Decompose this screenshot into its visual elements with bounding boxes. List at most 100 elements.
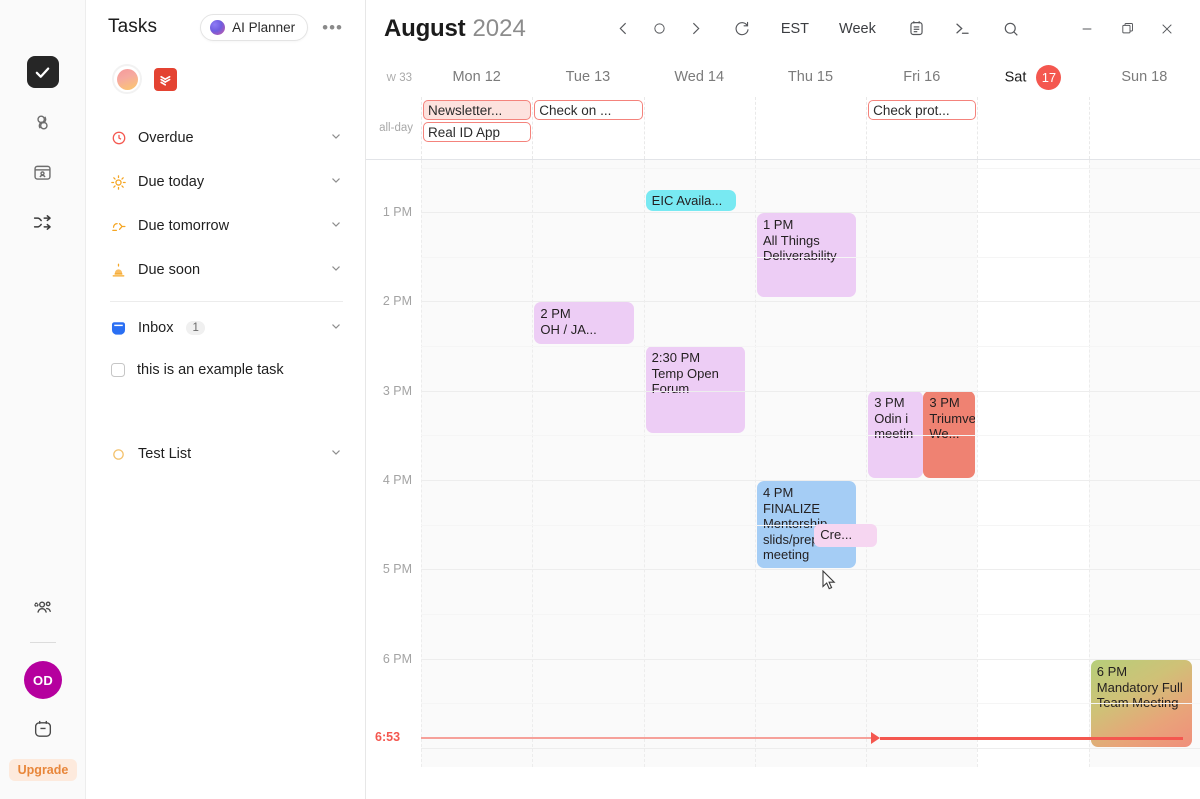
chevron-down-icon[interactable] <box>329 173 343 192</box>
day-column-sat[interactable] <box>977 160 1089 767</box>
tasks-header: Tasks AI Planner ••• <box>108 0 343 54</box>
calendar-event[interactable]: Cre... <box>814 524 878 547</box>
rail-bottom-group: OD Upgrade <box>0 592 86 781</box>
upgrade-button[interactable]: Upgrade <box>8 759 78 781</box>
chevron-down-icon[interactable] <box>329 261 343 280</box>
all-day-col-thu[interactable] <box>754 97 866 159</box>
calendar-month: August <box>384 14 466 42</box>
ai-planner-button[interactable]: AI Planner <box>200 13 309 41</box>
chevron-down-icon[interactable] <box>329 319 343 338</box>
list-item[interactable]: this is an example task <box>108 350 343 390</box>
calendar-event[interactable]: 2 PM OH / JA... <box>534 302 634 344</box>
time-tick: 6 PM <box>382 652 412 666</box>
chevron-down-icon[interactable] <box>329 129 343 148</box>
links-icon[interactable] <box>27 106 59 138</box>
chevron-right-icon[interactable] <box>679 12 713 46</box>
group-due-tomorrow[interactable]: Due tomorrow <box>108 204 343 248</box>
day-header-fri[interactable]: Fri 16 <box>866 69 977 85</box>
sun-icon <box>110 174 127 191</box>
all-day-event[interactable]: Real ID App <box>423 122 532 142</box>
todoist-icon[interactable] <box>154 67 177 91</box>
day-column-mon[interactable] <box>421 160 533 767</box>
current-time-label: 6:53 <box>375 730 401 744</box>
all-day-col-fri[interactable]: Check prot... <box>866 97 977 159</box>
event-title: Mandatory Full Team Meeting <box>1096 679 1183 711</box>
calendar-icon[interactable] <box>27 713 59 745</box>
terminal-icon[interactable] <box>946 12 980 46</box>
page-title: Tasks <box>108 16 158 37</box>
refresh-icon[interactable] <box>725 12 759 46</box>
day-header-tue[interactable]: Tue 13 <box>532 69 643 85</box>
group-inbox[interactable]: Inbox 1 <box>108 306 343 350</box>
calendar-view-icon[interactable] <box>900 12 934 46</box>
event-title: OH / JA... <box>540 321 597 337</box>
day-header-mon[interactable]: Mon 12 <box>421 69 532 85</box>
minimize-button[interactable] <box>1070 12 1104 46</box>
source-orb[interactable] <box>112 64 142 94</box>
calendar-nav: EST Week <box>607 12 1028 46</box>
all-day-event[interactable]: Newsletter... <box>423 100 532 120</box>
day-column-wed[interactable]: EIC Availa... 2:30 PM Temp Open Forum <box>643 160 755 767</box>
avatar[interactable]: OD <box>24 661 62 699</box>
time-gutter: 1 PM 2 PM 3 PM 4 PM 5 PM 6 PM <box>366 160 421 767</box>
view-selector[interactable]: Week <box>833 21 882 37</box>
contacts-card-icon[interactable] <box>27 156 59 188</box>
calendar-event[interactable]: 2:30 PM Temp Open Forum <box>645 346 745 433</box>
tasks-check-icon[interactable] <box>26 56 59 88</box>
event-time: 3 PM <box>929 395 960 410</box>
day-column-sun[interactable]: 6 PM Mandatory Full Team Meeting <box>1088 160 1200 767</box>
calendar-event[interactable]: 6 PM Mandatory Full Team Meeting <box>1090 660 1193 747</box>
all-day-col-sat[interactable] <box>977 97 1089 159</box>
close-button[interactable] <box>1150 12 1184 46</box>
day-header-wed[interactable]: Wed 14 <box>644 69 755 85</box>
all-day-event[interactable]: Check prot... <box>868 100 977 120</box>
day-column-tue[interactable]: 2 PM OH / JA... <box>532 160 644 767</box>
week-label: W <box>386 73 396 84</box>
all-day-col-wed[interactable] <box>643 97 755 159</box>
restore-button[interactable] <box>1110 12 1144 46</box>
people-icon[interactable] <box>27 592 59 624</box>
more-options-button[interactable]: ••• <box>318 19 343 36</box>
time-tick: 3 PM <box>382 384 412 398</box>
search-icon[interactable] <box>994 12 1028 46</box>
calendar-event[interactable]: EIC Availa... <box>645 190 737 211</box>
today-date-badge: 17 <box>1036 64 1062 90</box>
all-day-band: all-day Newsletter... Real ID App Check … <box>366 97 1200 160</box>
all-day-col-tue[interactable]: Check on ... <box>532 97 643 159</box>
event-title: Temp Open Forum <box>651 365 719 397</box>
all-day-col-mon[interactable]: Newsletter... Real ID App <box>421 97 532 159</box>
all-day-col-sun[interactable] <box>1088 97 1200 159</box>
calendar-event[interactable]: 1 PM All Things Deliverability <box>756 213 857 297</box>
chevron-down-icon[interactable] <box>329 445 343 464</box>
day-header-sun[interactable]: Sun 18 <box>1089 69 1200 85</box>
day-header-sat[interactable]: Sat 17 <box>977 64 1088 90</box>
week-number-value: 33 <box>399 72 412 84</box>
group-label: Inbox <box>138 320 174 336</box>
chevron-left-icon[interactable] <box>607 12 641 46</box>
group-due-soon[interactable]: Due soon <box>108 248 343 292</box>
task-checkbox[interactable] <box>111 363 125 377</box>
day-column-fri[interactable]: 3 PM Odin i meetin 3 PM Triumverate We..… <box>866 160 978 767</box>
event-title: Triumverate We... <box>929 410 976 442</box>
calendar-event[interactable]: 3 PM Odin i meetin <box>868 391 924 478</box>
all-day-label: all-day <box>379 122 413 134</box>
shuffle-icon[interactable] <box>27 206 59 238</box>
group-overdue[interactable]: Overdue <box>108 116 343 160</box>
day-column-thu[interactable]: 1 PM All Things Deliverability 4 PM FINA… <box>754 160 878 767</box>
day-header-row: W 33 Mon 12 Tue 13 Wed 14 Thu 15 Fri 16 … <box>366 57 1200 97</box>
calendar-event[interactable]: 3 PM Triumverate We... <box>923 391 976 478</box>
time-grid: 1 PM 2 PM 3 PM 4 PM 5 PM 6 PM 2 PM OH / … <box>366 160 1200 767</box>
group-test-list[interactable]: Test List <box>108 432 343 476</box>
section-divider <box>110 301 343 302</box>
group-due-today[interactable]: Due today <box>108 160 343 204</box>
timezone-label[interactable]: EST <box>775 21 815 37</box>
time-grid-inner: 1 PM 2 PM 3 PM 4 PM 5 PM 6 PM 2 PM OH / … <box>366 160 1200 767</box>
all-day-event[interactable]: Check on ... <box>534 100 643 120</box>
icon-rail: OD Upgrade <box>0 0 86 799</box>
today-circle-icon[interactable] <box>643 12 677 46</box>
all-day-columns: Newsletter... Real ID App Check on ... C… <box>421 97 1200 159</box>
event-time: 1 PM <box>762 217 794 232</box>
rail-divider <box>30 642 56 643</box>
day-header-thu[interactable]: Thu 15 <box>755 69 866 85</box>
chevron-down-icon[interactable] <box>329 217 343 236</box>
